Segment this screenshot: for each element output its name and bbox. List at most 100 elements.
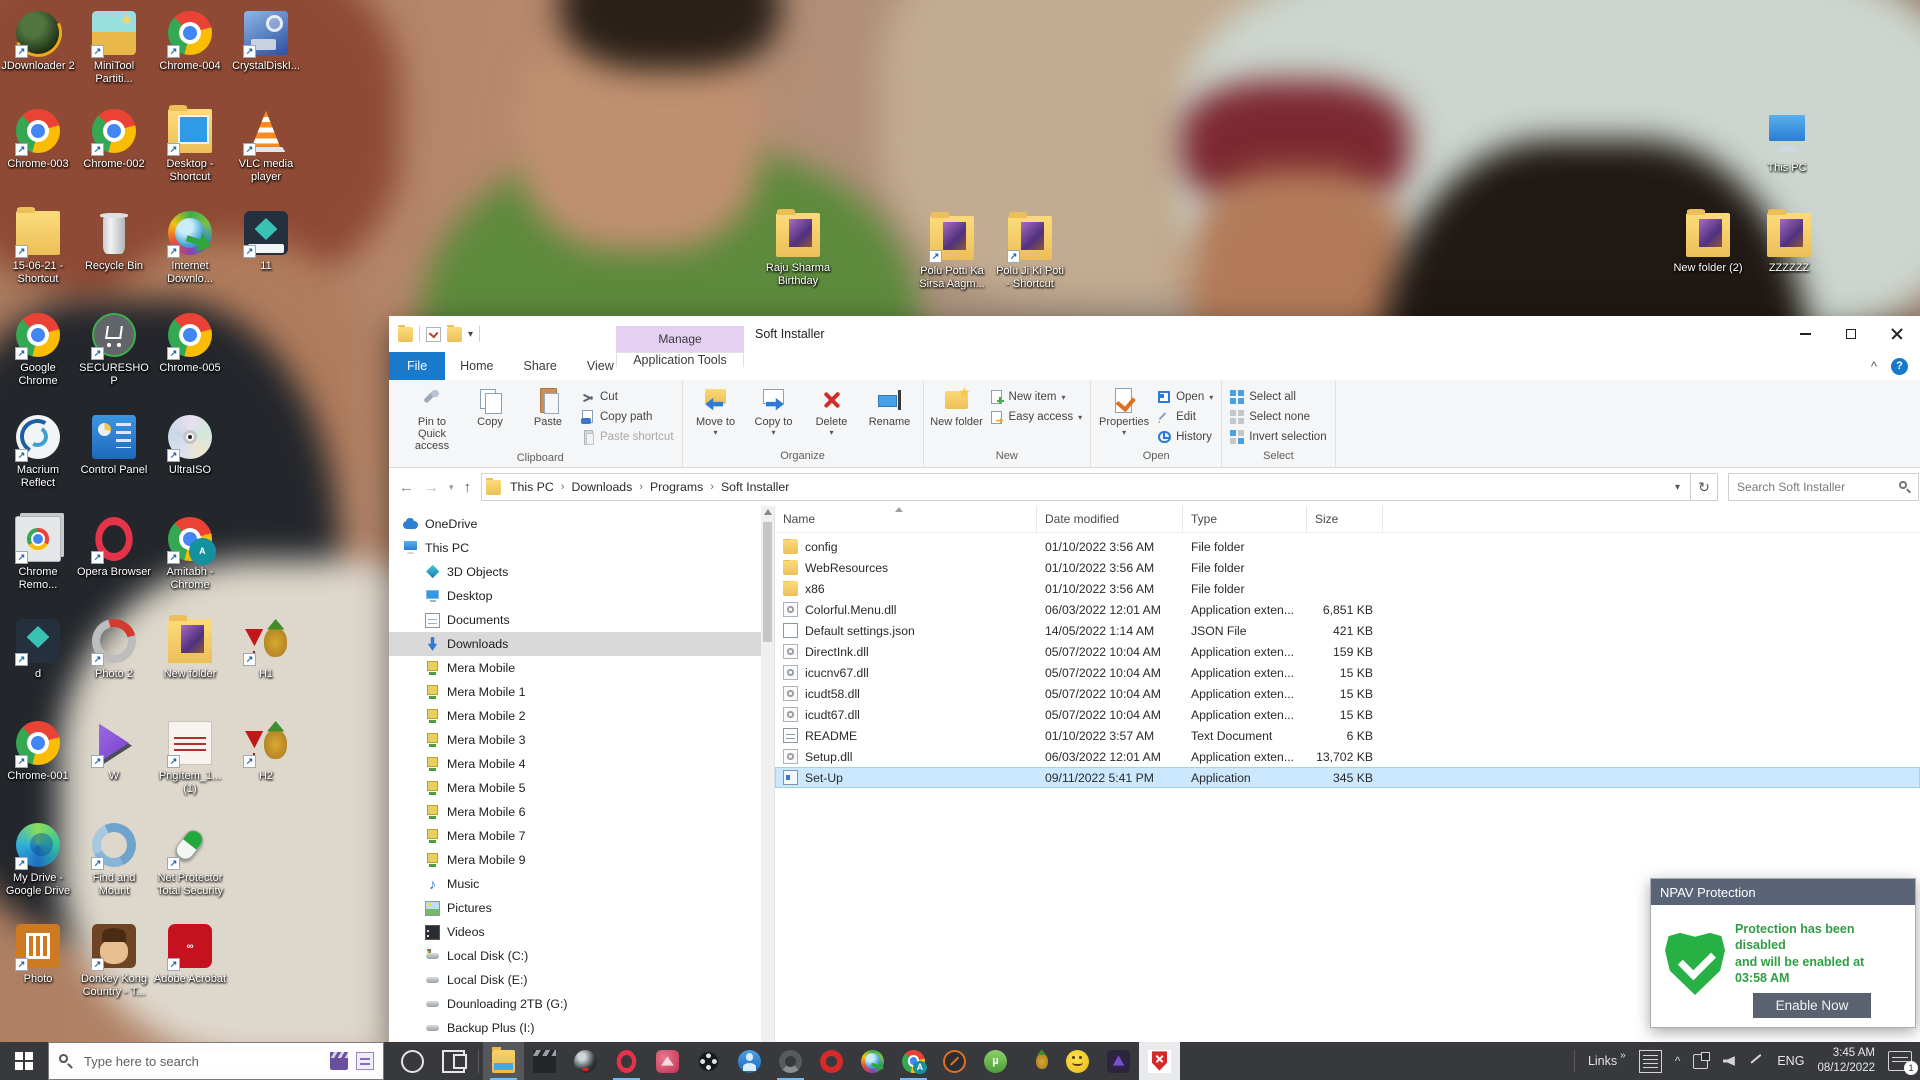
taskbar-ringapp-button[interactable]: [770, 1042, 811, 1080]
file-row-config[interactable]: config01/10/2022 3:56 AMFile folder: [775, 536, 1920, 557]
ribbon-cut-button[interactable]: Cut: [577, 388, 678, 406]
desktop-icon-chrome-001[interactable]: ↗Chrome-001: [1, 718, 75, 783]
desktop-icon-macrium-reflect[interactable]: ↗Macrium Reflect: [1, 412, 75, 490]
desktop-icon-secureshop[interactable]: ↗SECURESHOP: [77, 310, 151, 388]
desktop-icon-chrome-005[interactable]: ↗Chrome-005: [153, 310, 227, 375]
tree-item-backup-plus-i[interactable]: Backup Plus (I:): [389, 1016, 761, 1040]
ribbon-properties-button[interactable]: Properties▾: [1095, 384, 1153, 438]
desktop-icon-amitabh-chrome[interactable]: A↗Amitabh - Chrome: [153, 514, 227, 592]
desktop-icon-chrome-remo[interactable]: ↗Chrome Remo...: [1, 514, 75, 592]
enable-now-button[interactable]: Enable Now: [1753, 993, 1871, 1018]
quick-access-toolbar[interactable]: ▾: [389, 326, 480, 342]
breadcrumb-downloads[interactable]: Downloads: [566, 480, 637, 494]
taskbar-idm-button[interactable]: [852, 1042, 893, 1080]
taskbar-search-input[interactable]: [82, 1053, 322, 1070]
ribbon-edit-button[interactable]: Edit: [1153, 408, 1217, 426]
ribbon-pin-to-quick-access-button[interactable]: Pin to Quick access: [403, 384, 461, 452]
tree-item-videos[interactable]: Videos: [389, 920, 761, 944]
snip-tray-icon[interactable]: [1693, 1054, 1708, 1069]
properties-check-icon[interactable]: [426, 327, 441, 342]
customize-toolbar-chevron-icon[interactable]: ▾: [468, 329, 473, 340]
desktop-icon-zzzzzz[interactable]: ZZZZZZ: [1752, 210, 1826, 275]
file-row-readme[interactable]: README01/10/2022 3:57 AMText Document6 K…: [775, 725, 1920, 746]
taskbar-operagx-button[interactable]: [811, 1042, 852, 1080]
tree-item-local-disk-e[interactable]: Local Disk (E:): [389, 968, 761, 992]
file-row-set-up[interactable]: Set-Up09/11/2022 5:41 PMApplication345 K…: [775, 767, 1920, 788]
tab-share[interactable]: Share: [509, 352, 572, 380]
desktop-icon-h2[interactable]: ↗H2: [229, 718, 303, 783]
taskbar-cortana-button[interactable]: [392, 1042, 433, 1080]
language-indicator[interactable]: ENG: [1777, 1054, 1804, 1068]
breadcrumb-separator-icon[interactable]: ›: [561, 481, 565, 493]
ribbon-rename-button[interactable]: Rename: [861, 384, 919, 428]
file-row-webresources[interactable]: WebResources01/10/2022 3:56 AMFile folde…: [775, 557, 1920, 578]
tree-item-mera-mobile-3[interactable]: Mera Mobile 3: [389, 728, 761, 752]
desktop-icon-new-folder[interactable]: New folder: [153, 616, 227, 681]
desktop-icon-this-pc[interactable]: This PC: [1750, 110, 1824, 175]
desktop-icon-chrome-003[interactable]: ↗Chrome-003: [1, 106, 75, 171]
tree-item-mera-mobile[interactable]: Mera Mobile: [389, 656, 761, 680]
taskbar-purpleapp-button[interactable]: [1098, 1042, 1139, 1080]
file-row-setup-dll[interactable]: Setup.dll06/03/2022 12:01 AMApplication …: [775, 746, 1920, 767]
taskbar-sphere-button[interactable]: [565, 1042, 606, 1080]
collapse-ribbon-icon[interactable]: ^: [1871, 359, 1877, 374]
breadcrumb-programs[interactable]: Programs: [645, 480, 708, 494]
desktop-icon-internet-downlo[interactable]: ↗Internet Downlo...: [153, 208, 227, 286]
taskbar-pineapple-button[interactable]: [1016, 1042, 1057, 1080]
desktop-icon-recycle-bin[interactable]: Recycle Bin: [77, 208, 151, 273]
breadcrumb-separator-icon[interactable]: ›: [710, 481, 714, 493]
close-button[interactable]: [1874, 316, 1920, 352]
ribbon-delete-button[interactable]: Delete▾: [803, 384, 861, 438]
taskbar-search[interactable]: [48, 1042, 384, 1080]
file-row-x86[interactable]: x8601/10/2022 3:56 AMFile folder: [775, 578, 1920, 599]
desktop-icon-w[interactable]: ↗W: [77, 718, 151, 783]
start-button[interactable]: [0, 1042, 48, 1080]
scrollbar-thumb[interactable]: [763, 522, 772, 642]
desktop-icon-polu-potti-ka-sirsa-aagm[interactable]: ↗Polu Potti Ka Sirsa Aagm...: [915, 213, 989, 291]
folder-icon[interactable]: [398, 327, 413, 342]
taskbar-npav-button[interactable]: [1139, 1042, 1180, 1080]
refresh-icon[interactable]: ↻: [1691, 473, 1718, 501]
clock[interactable]: 3:45 AM 08/12/2022: [1817, 1046, 1875, 1076]
ribbon-move-to-button[interactable]: Move to▾: [687, 384, 745, 438]
desktop-icon-ultraiso[interactable]: ↗UltraISO: [153, 412, 227, 477]
ribbon-copy-path-button[interactable]: Copy path: [577, 408, 678, 426]
ribbon-copy-to-button[interactable]: Copy to▾: [745, 384, 803, 438]
file-row-default-settings-json[interactable]: Default settings.json14/05/2022 1:14 AMJ…: [775, 620, 1920, 641]
file-row-directink-dll[interactable]: DirectInk.dll05/07/2022 10:04 AMApplicat…: [775, 641, 1920, 662]
tree-item-desktop[interactable]: Desktop: [389, 584, 761, 608]
desktop-icon-my-drive-google-drive[interactable]: ↗My Drive - Google Drive: [1, 820, 75, 898]
tree-item-mera-mobile-6[interactable]: Mera Mobile 6: [389, 800, 761, 824]
taskbar-utorrent-button[interactable]: [975, 1042, 1016, 1080]
taskbar-chromea-button[interactable]: A: [893, 1042, 934, 1080]
tree-item-onedrive[interactable]: OneDrive: [389, 512, 761, 536]
tree-item-mera-mobile-4[interactable]: Mera Mobile 4: [389, 752, 761, 776]
ribbon-paste-button[interactable]: Paste: [519, 384, 577, 428]
movie-maker-icon[interactable]: [330, 1052, 348, 1070]
ribbon-invert-selection-button[interactable]: Invert selection: [1226, 428, 1330, 446]
ribbon-history-button[interactable]: History: [1153, 428, 1217, 446]
tree-item-dounloading-2tb-g[interactable]: Dounloading 2TB (G:): [389, 992, 761, 1016]
ribbon-new-folder-button[interactable]: New folder: [928, 384, 986, 428]
tree-item-mera-mobile-9[interactable]: Mera Mobile 9: [389, 848, 761, 872]
back-icon[interactable]: ←: [399, 479, 414, 496]
taskbar-smiley-button[interactable]: [1057, 1042, 1098, 1080]
ribbon-open-button[interactable]: Open▾: [1153, 388, 1217, 406]
navigation-scrollbar[interactable]: [761, 506, 774, 1042]
new-folder-icon[interactable]: [447, 327, 462, 342]
desktop-icon-opera-browser[interactable]: ↗Opera Browser: [77, 514, 151, 579]
hidden-icons-chevron-icon[interactable]: ^: [1675, 1054, 1681, 1068]
desktop-icon-15-06-21-shortcut[interactable]: ↗15-06-21 - Shortcut: [1, 208, 75, 286]
desktop-icon-control-panel[interactable]: Control Panel: [77, 412, 151, 477]
tree-item-downloads[interactable]: Downloads: [389, 632, 761, 656]
column-header-type[interactable]: Type: [1183, 506, 1307, 532]
tree-item-music[interactable]: Music: [389, 872, 761, 896]
desktop-icon-raju-sharma-birthday[interactable]: Raju Sharma Birthday: [761, 210, 835, 288]
desktop-icon-new-folder-2[interactable]: New folder (2): [1671, 210, 1745, 275]
search-box[interactable]: [1728, 473, 1919, 501]
breadcrumb-soft-installer[interactable]: Soft Installer: [716, 480, 794, 494]
desktop-icon-jdownloader-2[interactable]: ↗JDownloader 2: [1, 8, 75, 73]
desktop-icon-chrome-004[interactable]: ↗Chrome-004: [153, 8, 227, 73]
scroll-up-icon[interactable]: [764, 509, 772, 515]
tree-item-mera-mobile-2[interactable]: Mera Mobile 2: [389, 704, 761, 728]
